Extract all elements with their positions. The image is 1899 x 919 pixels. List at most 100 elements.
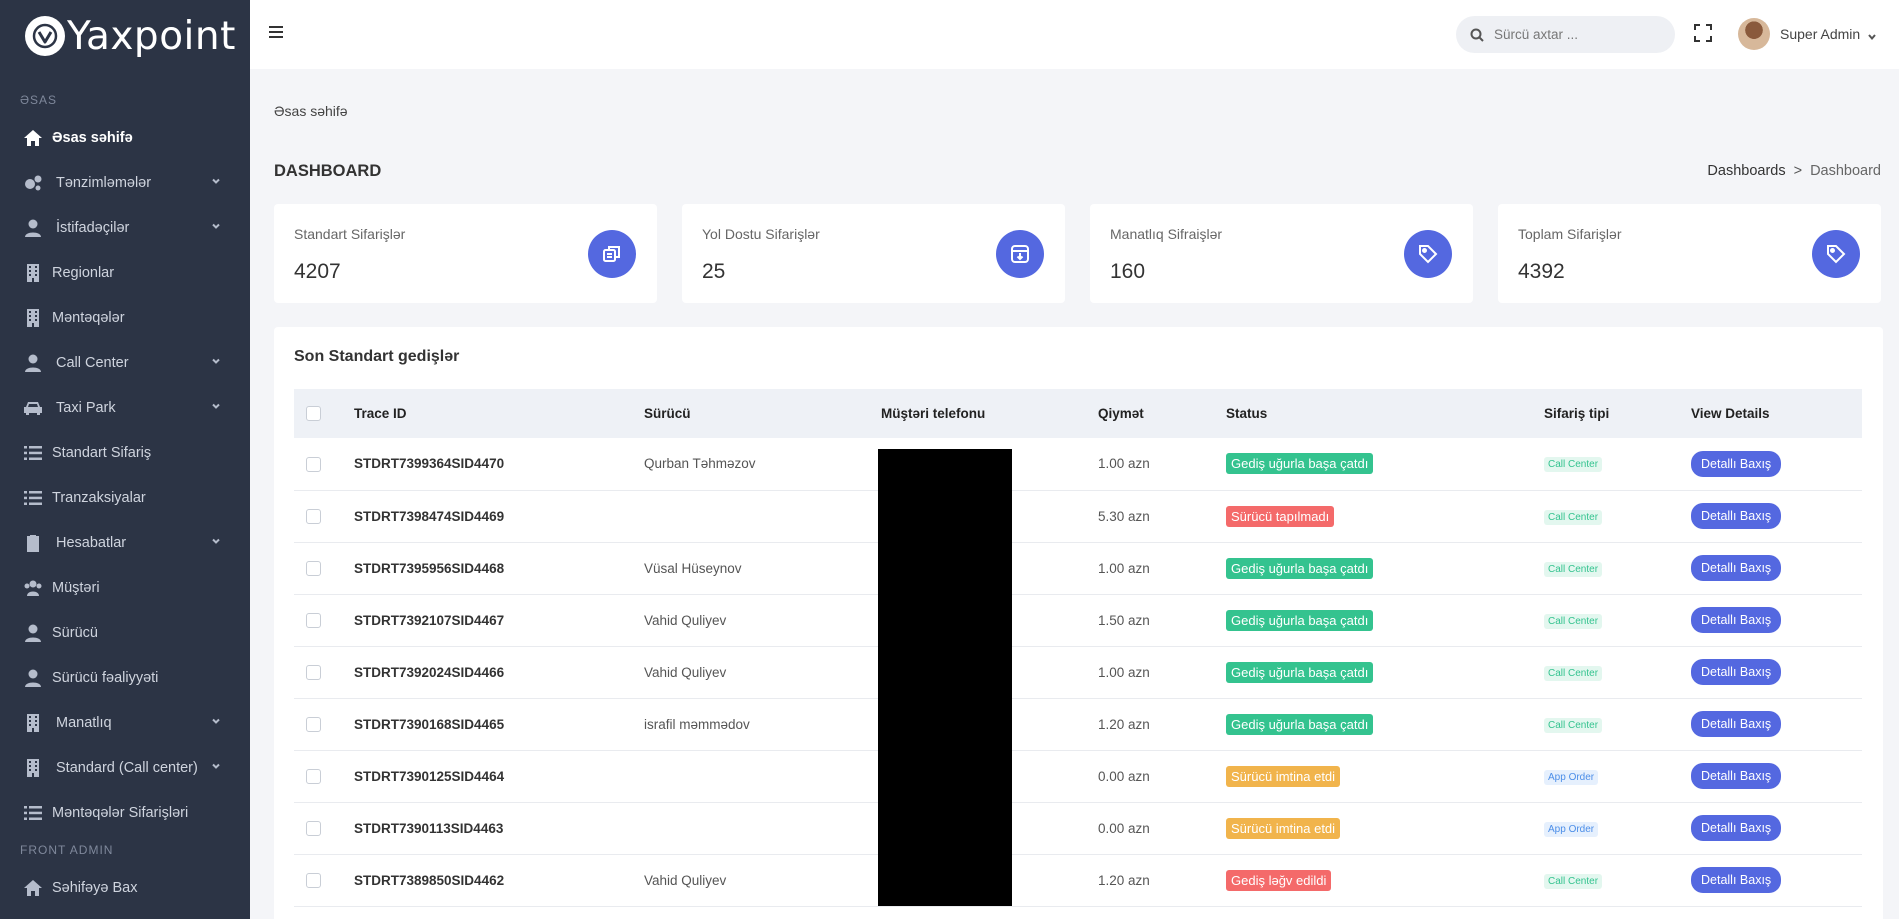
rides-table: Trace ID Sürücü Müştəri telefonu Qiymət … xyxy=(294,389,1862,907)
order-type-badge: Call Center xyxy=(1544,613,1603,629)
chevron-down-icon xyxy=(210,535,222,547)
sidebar-item-label: Regionlar xyxy=(52,264,115,281)
breadcrumb-separator: > xyxy=(1793,163,1803,179)
search-box xyxy=(1456,16,1675,53)
sidebar-item-call-center[interactable]: Call Center xyxy=(0,340,250,385)
sidebar-item-label: Sürücü xyxy=(52,624,98,641)
hamburger-menu-icon[interactable] xyxy=(268,24,284,42)
trace-id: STDRT7395956SID4468 xyxy=(354,560,505,576)
sidebar-item-label: Məntəqələr Sifarişləri xyxy=(52,804,189,821)
order-type-badge: Call Center xyxy=(1544,457,1603,473)
row-checkbox[interactable] xyxy=(306,508,321,524)
sidebar-item-label: Səhifəyə Bax xyxy=(52,879,138,896)
view-details-button[interactable]: Detallı Baxış xyxy=(1691,607,1782,633)
trace-id: STDRT7390113SID4463 xyxy=(354,820,504,836)
user-icon xyxy=(22,667,44,689)
view-details-button[interactable]: Detallı Baxış xyxy=(1691,659,1782,685)
order-type-badge: App Order xyxy=(1544,821,1599,837)
view-details-button[interactable]: Detallı Baxış xyxy=(1691,555,1782,581)
view-details-button[interactable]: Detallı Baxış xyxy=(1691,763,1782,789)
price: 1.20 azn xyxy=(1098,716,1150,732)
sidebar-item-label: İstifadəçilər xyxy=(56,219,130,236)
stat-card-value: 25 xyxy=(702,260,726,283)
price: 0.00 azn xyxy=(1098,820,1150,836)
price: 1.00 azn xyxy=(1098,560,1150,576)
column-header: View Details xyxy=(1691,406,1770,421)
sidebar-item-s-r-c-f-aliyy-ti[interactable]: Sürücü fəaliyyəti xyxy=(0,655,250,700)
status-badge: Gediş uğurla başa çatdı xyxy=(1226,713,1374,735)
view-details-button[interactable]: Detallı Baxış xyxy=(1691,867,1782,893)
tag-icon xyxy=(1812,230,1860,278)
table-row: STDRT7390125SID4464 0.00 azn Sürücü imtina… xyxy=(294,750,1862,802)
chevron-down-icon xyxy=(210,715,222,727)
building-icon xyxy=(22,262,44,284)
recent-rides-panel: Son Standart gedişlər Trace ID Sürücü Mü… xyxy=(274,327,1883,919)
logo-mark-icon xyxy=(25,16,65,56)
row-checkbox[interactable] xyxy=(306,560,321,576)
status-badge: Sürücü tapılmadı xyxy=(1226,505,1335,527)
column-header: Qiymət xyxy=(1098,406,1144,421)
view-details-button[interactable]: Detallı Baxış xyxy=(1691,503,1782,529)
row-checkbox[interactable] xyxy=(306,872,321,888)
stat-card-label: Toplam Sifarişlər xyxy=(1518,226,1622,242)
sidebar-item-tranzaksiyalar[interactable]: Tranzaksiyalar xyxy=(0,475,250,520)
search-input[interactable] xyxy=(1494,27,1654,42)
user-icon xyxy=(22,352,44,374)
building-icon xyxy=(22,712,44,734)
row-checkbox[interactable] xyxy=(306,716,321,732)
user-menu[interactable]: Super Admin xyxy=(1738,18,1877,50)
breadcrumb-current: Dashboard xyxy=(1810,163,1881,179)
sidebar-item-hesabatlar[interactable]: Hesabatlar xyxy=(0,520,250,565)
row-checkbox[interactable] xyxy=(306,612,321,628)
table-row: STDRT7395956SID4468 Vüsal Hüseynov 1.00 az… xyxy=(294,542,1862,594)
order-type-badge: App Order xyxy=(1544,769,1599,785)
sidebar-item-m-t-ri[interactable]: Müştəri xyxy=(0,565,250,610)
stat-card-value: 160 xyxy=(1110,260,1146,283)
driver-name: Qurban Təhməzov xyxy=(644,456,756,472)
stat-cards: Standart Sifarişlər 4207 Yol Dostu Sifariş… xyxy=(274,204,1881,303)
sidebar-item-i-stifad-il-r[interactable]: İstifadəçilər xyxy=(0,205,250,250)
chevron-down-icon xyxy=(1867,29,1877,41)
breadcrumb-parent[interactable]: Dashboards xyxy=(1707,163,1785,179)
sidebar-item-manatl-q[interactable]: Manatlıq xyxy=(0,700,250,745)
sidebar-item-standart-sifari[interactable]: Standart Sifariş xyxy=(0,430,250,475)
order-type-badge: Call Center xyxy=(1544,509,1603,525)
sidebar-item-standard-call-center[interactable]: Standard (Call center) xyxy=(0,745,250,790)
logo[interactable]: Yaxpoint xyxy=(0,0,250,72)
driver-name xyxy=(644,802,881,854)
order-type-badge: Call Center xyxy=(1544,561,1603,577)
sidebar-item-sas-s-hif[interactable]: Əsas səhifə xyxy=(0,115,250,160)
redacted-phone-block xyxy=(878,449,1012,906)
select-all-checkbox[interactable] xyxy=(306,406,321,422)
building-icon xyxy=(22,757,44,779)
trace-id: STDRT7399364SID4470 xyxy=(354,456,505,472)
driver-name: Vahid Quliyev xyxy=(644,872,727,888)
sidebar-item-label: Call Center xyxy=(56,354,129,371)
view-details-button[interactable]: Detallı Baxış xyxy=(1691,711,1782,737)
view-details-button[interactable]: Detallı Baxış xyxy=(1691,450,1782,477)
row-checkbox[interactable] xyxy=(306,456,321,472)
driver-name xyxy=(644,750,881,802)
sidebar-item-m-nt-q-l-r-sifari-l-ri[interactable]: Məntəqələr Sifarişləri xyxy=(0,790,250,835)
sidebar-item-s-r-c[interactable]: Sürücü xyxy=(0,610,250,655)
row-checkbox[interactable] xyxy=(306,664,321,680)
stat-card: Standart Sifarişlər 4207 xyxy=(274,204,657,303)
car-icon xyxy=(22,397,44,419)
sidebar-item-regionlar[interactable]: Regionlar xyxy=(0,250,250,295)
view-details-button[interactable]: Detallı Baxış xyxy=(1691,815,1782,841)
logo-text: Yaxpoint xyxy=(67,13,236,59)
price: 0.00 azn xyxy=(1098,768,1150,784)
fullscreen-icon[interactable] xyxy=(1694,24,1712,42)
page-title: DASHBOARD xyxy=(274,162,382,180)
panel-title: Son Standart gedişlər xyxy=(294,348,460,365)
sidebar-item-m-nt-q-l-r[interactable]: Məntəqələr xyxy=(0,295,250,340)
sidebar-item-taxi-park[interactable]: Taxi Park xyxy=(0,385,250,430)
row-checkbox[interactable] xyxy=(306,768,321,784)
sidebar-item-t-nziml-m-l-r[interactable]: Tənzimləmələr xyxy=(0,160,250,205)
users-icon xyxy=(22,577,44,599)
row-checkbox[interactable] xyxy=(306,820,321,836)
chevron-down-icon xyxy=(210,760,222,772)
sidebar-item-front-0[interactable]: Səhifəyə Bax xyxy=(0,865,250,910)
table-row: STDRT7392107SID4467 Vahid Quliyev 1.50 azn… xyxy=(294,594,1862,646)
price: 1.20 azn xyxy=(1098,872,1150,888)
